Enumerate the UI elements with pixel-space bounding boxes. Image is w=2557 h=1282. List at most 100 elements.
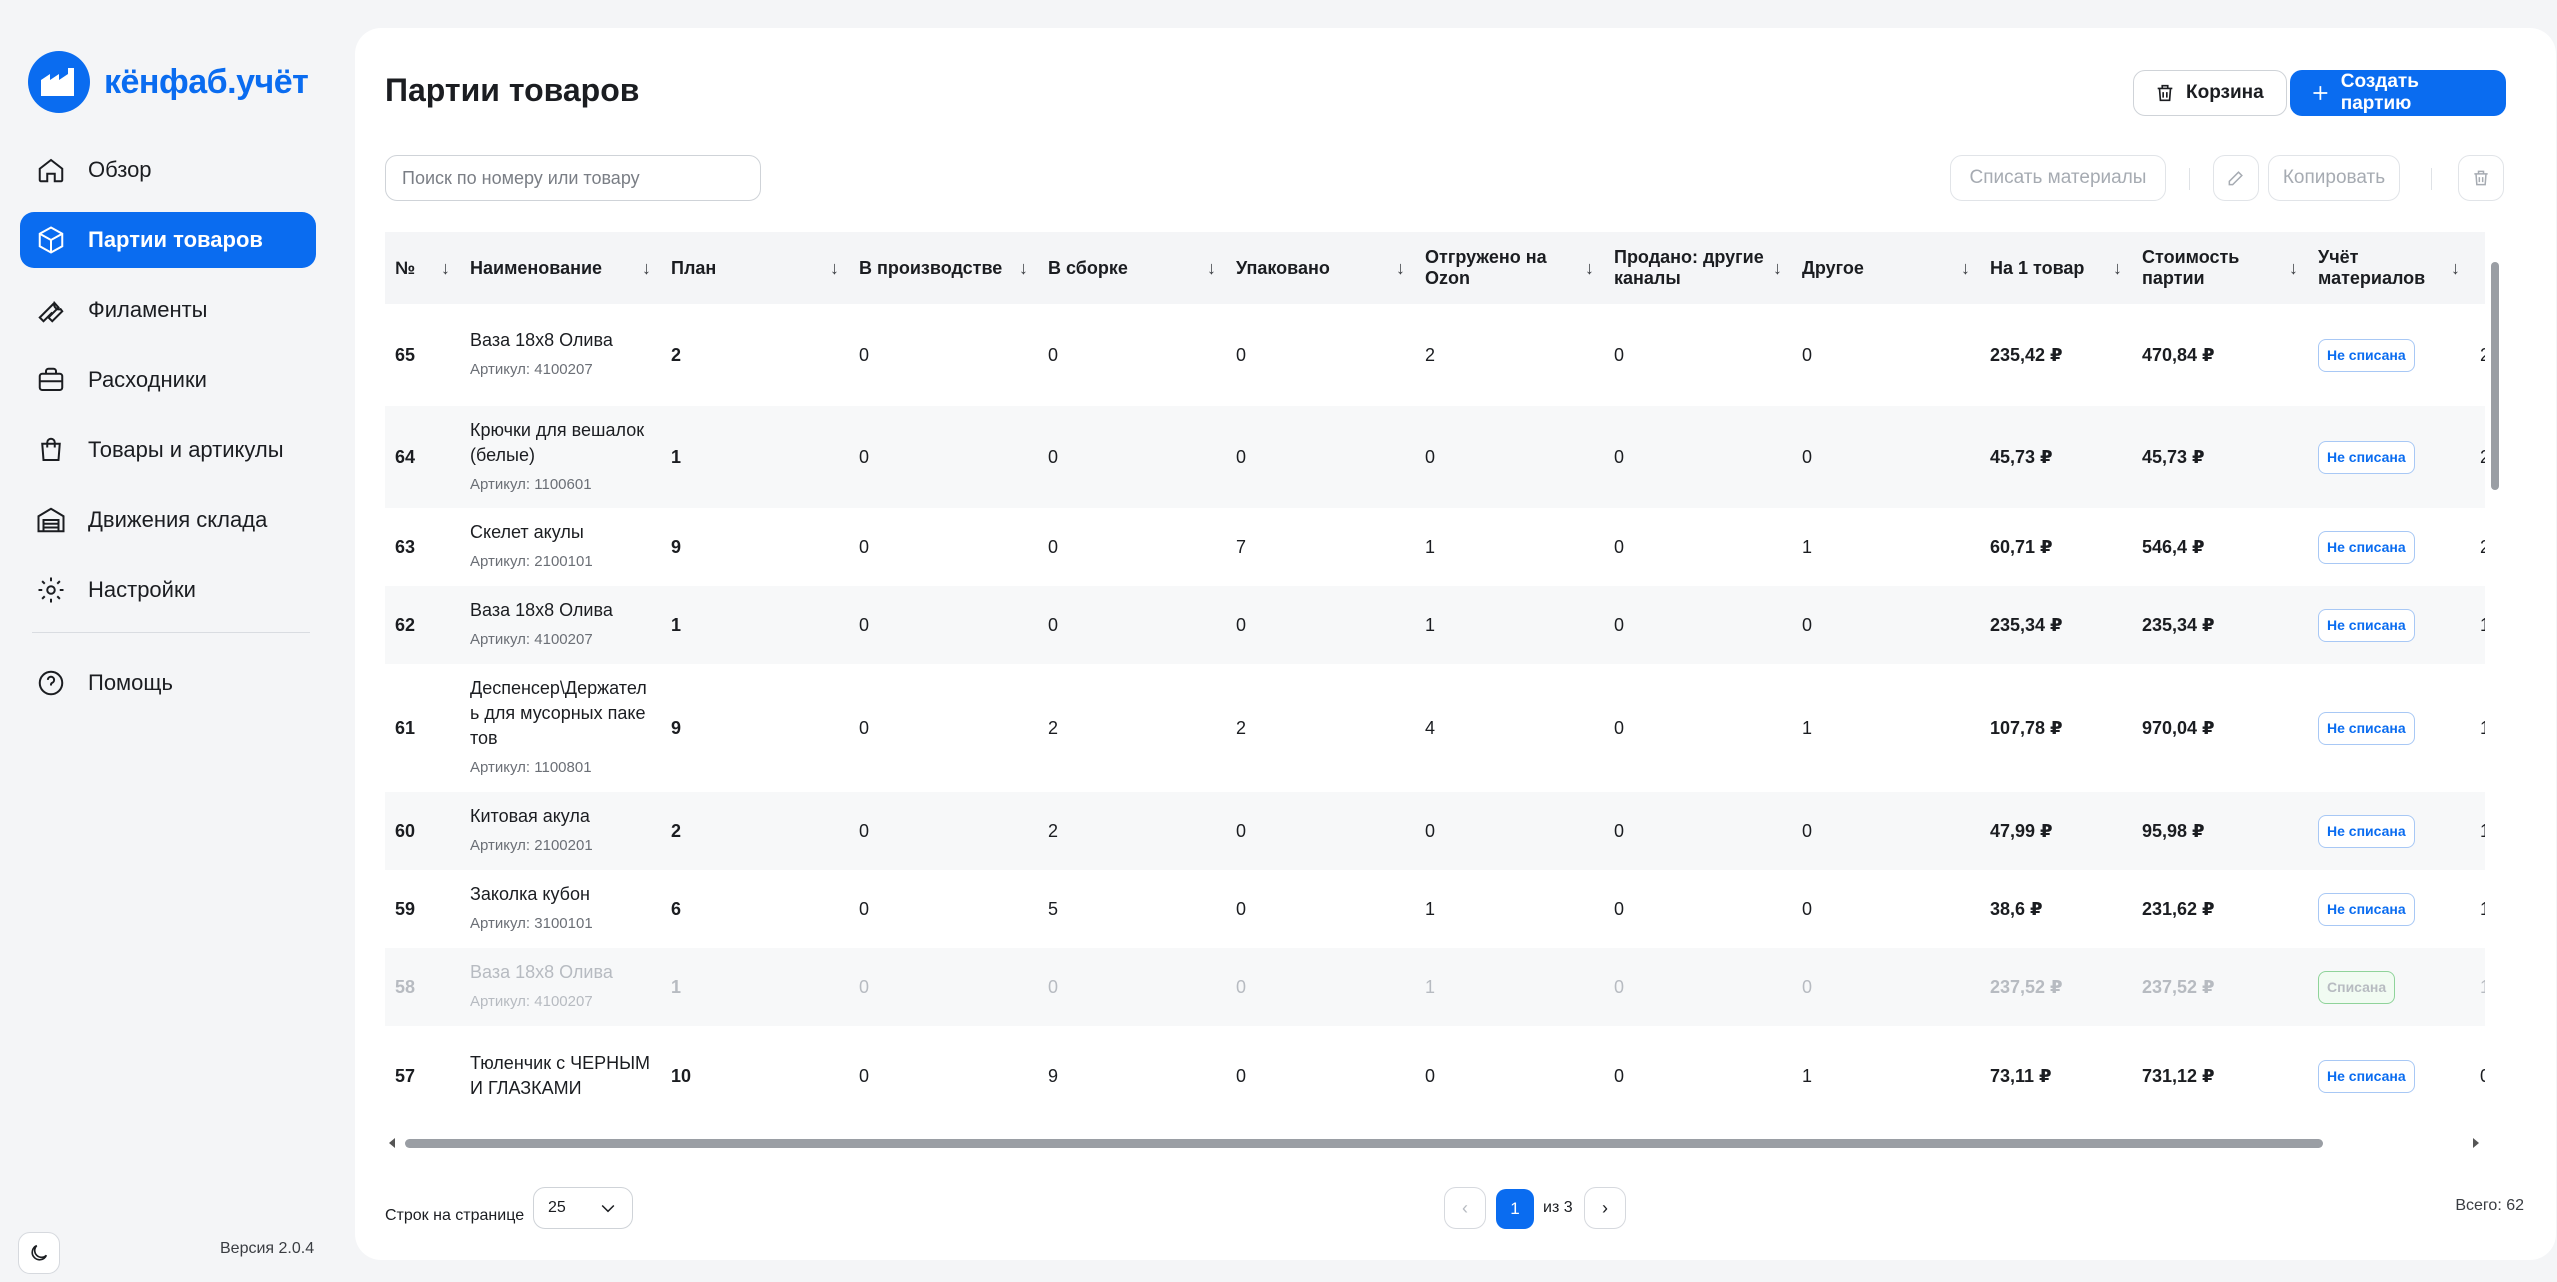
table-row[interactable]: 63 Скелет акулы Артикул: 2100101 9 0 0 7 1 0 1 60,… xyxy=(385,508,2485,586)
theme-toggle-button[interactable] xyxy=(18,1232,60,1274)
column-header[interactable]: В сборке ↓ xyxy=(1038,232,1226,304)
sidebar-item-help[interactable]: Помощь xyxy=(20,655,316,711)
cell-packed: 0 xyxy=(1236,344,1247,365)
plus-icon xyxy=(2313,86,2328,100)
column-header[interactable]: Учёт материалов ↓ xyxy=(2308,232,2470,304)
table-row[interactable]: 61 Деспенсер\Держатель для мусорных пакет… xyxy=(385,664,2485,792)
cell-plan: 2 xyxy=(661,792,849,870)
cell-other_ch: 0 xyxy=(1614,1065,1625,1086)
copy-button[interactable]: Копировать xyxy=(2268,155,2400,201)
column-header[interactable]: Упаковано ↓ xyxy=(1226,232,1415,304)
column-header-overflow xyxy=(2470,232,2485,304)
column-header[interactable]: № ↓ xyxy=(385,232,460,304)
sidebar-item-settings[interactable]: Настройки xyxy=(20,562,316,618)
wrench-icon xyxy=(38,300,64,323)
sidebar-item-products[interactable]: Товары и артикулы xyxy=(20,422,316,478)
next-page-button[interactable]: › xyxy=(1584,1187,1626,1229)
write-off-materials-button[interactable]: Списать материалы xyxy=(1950,155,2166,201)
cell-ozon: 2 xyxy=(1425,344,1436,365)
cell-other_ch: 0 xyxy=(1614,344,1625,365)
column-header[interactable]: На 1 товар ↓ xyxy=(1980,232,2132,304)
horizontal-scrollbar[interactable] xyxy=(385,1136,2485,1150)
cell-inprod: 0 xyxy=(849,586,1038,664)
column-header[interactable]: Наименование ↓ xyxy=(460,232,661,304)
cell-cost: 95,98 ₽ xyxy=(2132,792,2308,870)
sort-arrow-icon: ↓ xyxy=(2451,257,2460,278)
prev-page-button[interactable]: ‹ xyxy=(1444,1187,1486,1229)
cell-assembly: 5 xyxy=(1048,898,1059,919)
cell-other: 0 xyxy=(1792,792,1980,870)
trash-button[interactable]: Корзина xyxy=(2133,70,2287,116)
cell-num: 64 xyxy=(385,406,460,508)
sidebar-item-filaments[interactable]: Филаменты xyxy=(20,282,316,338)
scroll-left-icon xyxy=(389,1138,395,1148)
cell-inprod: 0 xyxy=(859,1065,870,1086)
vertical-scroll-thumb[interactable] xyxy=(2491,262,2499,490)
cell-ozon: 1 xyxy=(1415,586,1604,664)
vertical-scrollbar[interactable] xyxy=(2490,240,2500,1140)
table-row[interactable]: 65 Ваза 18х8 Олива Артикул: 4100207 2 0 0 0 2 0 0… xyxy=(385,304,2485,406)
gear-icon xyxy=(38,577,64,603)
status-badge: Не списана xyxy=(2318,530,2415,564)
cell-unit: 38,6 ₽ xyxy=(1990,898,2043,919)
table-row[interactable]: 62 Ваза 18х8 Олива Артикул: 4100207 1 0 0 0 1 0 0… xyxy=(385,586,2485,664)
cell-ozon: 0 xyxy=(1425,1065,1436,1086)
page-title: Партии товаров xyxy=(385,72,640,108)
cell-inprod: 0 xyxy=(859,536,870,557)
scroll-right-icon xyxy=(2473,1138,2479,1148)
product-sku: Артикул: 4100207 xyxy=(470,993,593,1010)
cell-plan: 10 xyxy=(671,1065,692,1086)
column-header[interactable]: Отгружено на Ozon ↓ xyxy=(1415,232,1604,304)
edit-button[interactable] xyxy=(2213,155,2259,201)
table-row[interactable]: 59 Заколка кубон Артикул: 3100101 6 0 5 0 1 0 0 38… xyxy=(385,870,2485,948)
batches-table: № ↓ Наименование ↓ План ↓ В производстве ↓ В сбо… xyxy=(385,232,2485,1144)
cell-packed: 0 xyxy=(1226,586,1415,664)
cell-status: Не списана xyxy=(2308,664,2470,792)
product-sku: Артикул: 1100601 xyxy=(470,475,592,493)
status-badge: Не списана xyxy=(2318,608,2415,642)
cell-unit: 47,99 ₽ xyxy=(1980,792,2132,870)
column-header-label: На 1 товар xyxy=(1990,257,2085,278)
sidebar-item-consumables[interactable]: Расходники xyxy=(20,352,316,408)
cell-cost: 237,52 ₽ xyxy=(2132,948,2308,1026)
cell-other_ch: 0 xyxy=(1604,948,1792,1026)
rows-per-page-select[interactable]: 25 xyxy=(533,1187,633,1229)
sort-arrow-icon: ↓ xyxy=(1019,257,1028,278)
search-input[interactable] xyxy=(385,155,761,201)
cell-other: 1 xyxy=(1802,717,1813,738)
column-header[interactable]: Продано: другие каналы ↓ xyxy=(1604,232,1792,304)
cell-other: 0 xyxy=(1802,898,1813,919)
cell-plan: 2 xyxy=(671,344,682,365)
help-icon xyxy=(38,670,64,696)
cell-cost: 235,34 ₽ xyxy=(2132,586,2308,664)
home-icon xyxy=(38,158,64,183)
table-row[interactable]: 64 Крючки для вешалок (белые) Артикул: 110… xyxy=(385,406,2485,508)
table-row[interactable]: 58 Ваза 18х8 Олива Артикул: 4100207 1 0 0 0 1 0 0… xyxy=(385,948,2485,1026)
column-header-label: План xyxy=(671,257,717,278)
product-sku: Артикул: 4100207 xyxy=(470,631,593,648)
column-header[interactable]: Стоимость партии ↓ xyxy=(2132,232,2308,304)
product-sku: Артикул: 4100207 xyxy=(470,361,593,378)
table-row[interactable]: 57 Тюленчик с ЧЕРНЫМИ ГЛАЗКАМИ 10 0 9 0 0 0 1 73,… xyxy=(385,1026,2485,1126)
cell-other_ch: 0 xyxy=(1604,586,1792,664)
sidebar-item-batches[interactable]: Партии товаров xyxy=(20,212,316,268)
delete-button[interactable] xyxy=(2458,155,2504,201)
table-row[interactable]: 60 Китовая акула Артикул: 2100201 2 0 2 0 0 0 0 47… xyxy=(385,792,2485,870)
create-batch-button[interactable]: Создать партию xyxy=(2290,70,2506,116)
cell-name: Крючки для вешалок (белые) Артикул: 11006… xyxy=(460,406,661,508)
sidebar-item-stock-moves[interactable]: Движения склада xyxy=(20,492,316,548)
cell-plan: 9 xyxy=(671,717,682,738)
sidebar-item-label: Партии товаров xyxy=(88,227,263,252)
cell-cost: 970,04 ₽ xyxy=(2142,717,2215,738)
column-header-label: Продано: другие каналы xyxy=(1614,247,1764,288)
cell-status: Не списана xyxy=(2308,304,2470,406)
horizontal-scroll-thumb[interactable] xyxy=(405,1139,2323,1148)
brand-logo[interactable]: кёнфаб.учёт xyxy=(28,50,309,114)
column-header[interactable]: Другое ↓ xyxy=(1792,232,1980,304)
column-header[interactable]: План ↓ xyxy=(661,232,849,304)
current-page[interactable]: 1 xyxy=(1496,1189,1534,1229)
column-header[interactable]: В производстве ↓ xyxy=(849,232,1038,304)
sidebar-item-overview[interactable]: Обзор xyxy=(20,142,316,198)
status-badge: Не списана xyxy=(2318,814,2415,848)
briefcase-icon xyxy=(38,367,64,391)
